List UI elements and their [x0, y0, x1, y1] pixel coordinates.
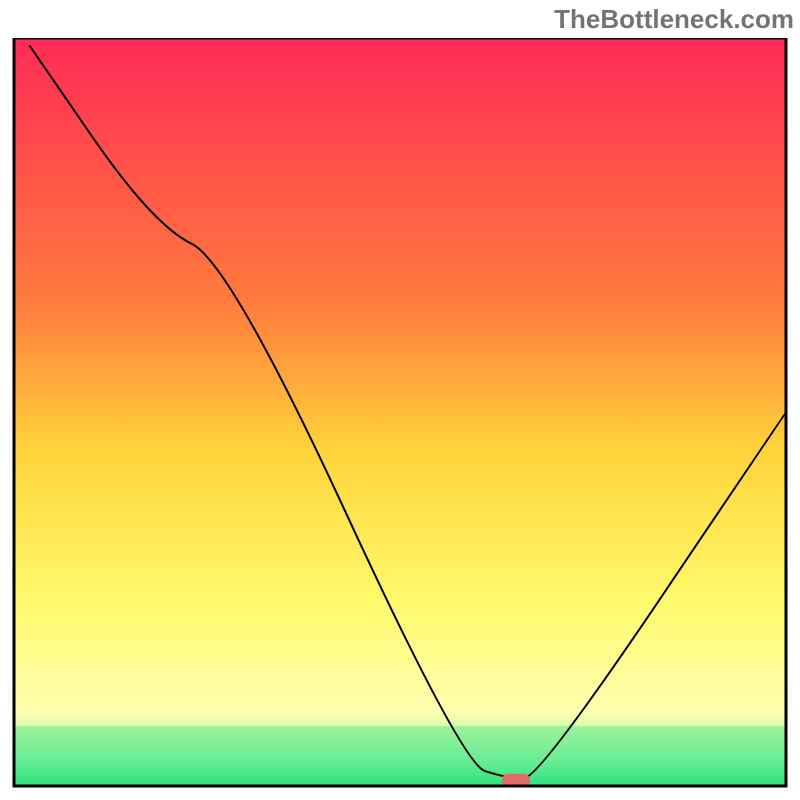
chart-frame: TheBottleneck.com	[0, 0, 800, 800]
bottleneck-plot	[0, 38, 800, 800]
watermark-text: TheBottleneck.com	[554, 4, 794, 35]
green-band	[14, 726, 786, 786]
background-gradient	[14, 38, 786, 786]
